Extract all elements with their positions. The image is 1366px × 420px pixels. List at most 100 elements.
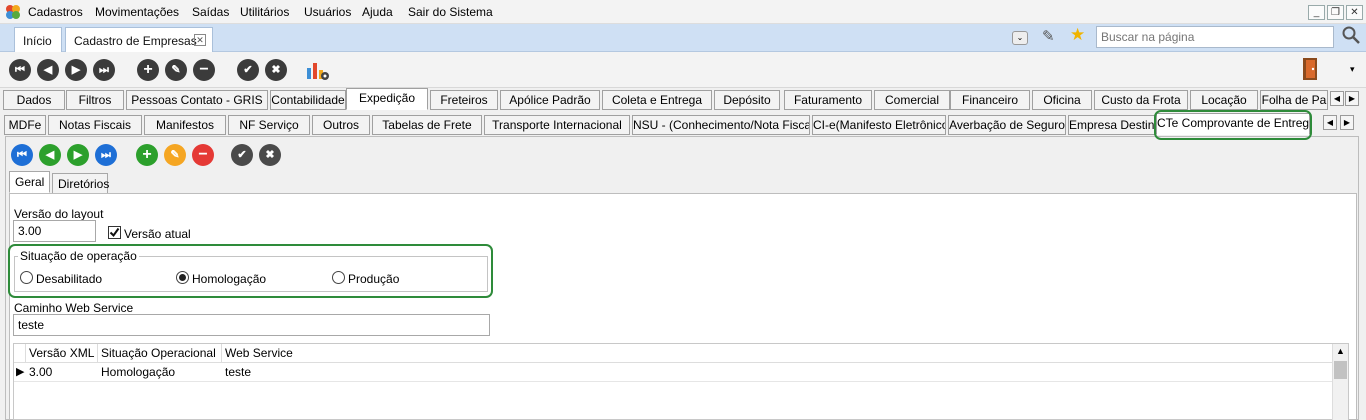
panel-first-button[interactable]: ⏮ bbox=[11, 144, 33, 166]
row1-tab-label: Faturamento bbox=[793, 93, 863, 107]
star-icon[interactable]: ★ bbox=[1070, 25, 1085, 45]
row1-tab-13[interactable]: Custo da Frota bbox=[1094, 90, 1188, 110]
menu-saidas[interactable]: Saídas bbox=[192, 5, 229, 19]
row2-tab-10[interactable]: Empresa Destino bbox=[1068, 115, 1156, 135]
scroll-up-icon[interactable]: ▲ bbox=[1336, 346, 1345, 356]
row1-tab-6[interactable]: Apólice Padrão bbox=[500, 90, 600, 110]
panel-delete-button[interactable]: − bbox=[192, 144, 214, 166]
row1-tab-12[interactable]: Oficina bbox=[1032, 90, 1092, 110]
menu-movimentacoes[interactable]: Movimentações bbox=[95, 5, 179, 19]
tab-inicio[interactable]: Início bbox=[14, 27, 62, 52]
add-button[interactable]: + bbox=[137, 59, 159, 81]
menu-utilitarios[interactable]: Utilitários bbox=[240, 5, 289, 19]
subtab-geral[interactable]: Geral bbox=[9, 171, 50, 193]
row1-tab-0[interactable]: Dados bbox=[3, 90, 65, 110]
row1-tab-8[interactable]: Depósito bbox=[714, 90, 780, 110]
row1-tab-1[interactable]: Filtros bbox=[66, 90, 124, 110]
cancel-button[interactable]: ✖ bbox=[265, 59, 287, 81]
grid-header-versao[interactable]: Versão XML bbox=[26, 344, 98, 362]
confirm-button[interactable]: ✔ bbox=[237, 59, 259, 81]
row1-tab-2[interactable]: Pessoas Contato - GRIS bbox=[126, 90, 268, 110]
row1-tab-15[interactable]: Folha de Pa bbox=[1260, 90, 1328, 110]
pin-icon[interactable]: ✎ bbox=[1042, 27, 1055, 45]
exit-door-icon[interactable] bbox=[1301, 57, 1319, 84]
row2-tab-1[interactable]: Notas Fiscais bbox=[48, 115, 142, 135]
menu-sair[interactable]: Sair do Sistema bbox=[408, 5, 493, 19]
delete-button[interactable]: − bbox=[193, 59, 215, 81]
close-window-button[interactable]: ✕ bbox=[1346, 5, 1363, 20]
edit-button[interactable]: ✎ bbox=[165, 59, 187, 81]
row1-tab-10[interactable]: Comercial bbox=[874, 90, 950, 110]
cell-webservice: teste bbox=[225, 365, 252, 379]
row1-tab-4[interactable]: Expedição bbox=[346, 88, 428, 110]
row1-tab-14[interactable]: Locação bbox=[1190, 90, 1258, 110]
minimize-button[interactable]: _ bbox=[1308, 5, 1325, 20]
row1-tab-11[interactable]: Financeiro bbox=[950, 90, 1030, 110]
first-record-button[interactable]: ⏮ bbox=[9, 59, 31, 81]
panel-next-button[interactable]: ▶ bbox=[67, 144, 89, 166]
row2-tab-9[interactable]: Averbação de Seguro bbox=[948, 115, 1066, 135]
panel-confirm-button[interactable]: ✔ bbox=[231, 144, 253, 166]
menu-bar: Cadastros Movimentações Saídas Utilitári… bbox=[0, 0, 1366, 24]
versao-atual-checkbox[interactable] bbox=[108, 226, 121, 239]
row2-tab-4[interactable]: Outros bbox=[312, 115, 370, 135]
collapse-icon[interactable]: ⌄ bbox=[1012, 31, 1028, 45]
grid-header-situacao[interactable]: Situação Operacional bbox=[98, 344, 222, 362]
radio-homologacao-label: Homologação bbox=[192, 272, 267, 286]
row2-tab-2[interactable]: Manifestos bbox=[144, 115, 226, 135]
radio-desabilitado[interactable] bbox=[20, 271, 33, 284]
radio-producao[interactable] bbox=[332, 271, 345, 284]
menu-cadastros[interactable]: Cadastros bbox=[28, 5, 83, 19]
row1-tab-3[interactable]: Contabilidade bbox=[270, 90, 346, 110]
search-icon[interactable] bbox=[1342, 26, 1360, 49]
row2-tab-8[interactable]: CI-e(Manifesto Eletrônico) bbox=[812, 115, 946, 135]
restore-button[interactable]: ❐ bbox=[1327, 5, 1344, 20]
grid-header-webservice[interactable]: Web Service bbox=[222, 344, 332, 362]
close-tab-icon[interactable]: ✕ bbox=[194, 34, 206, 46]
row1-tab-label: Coleta e Entrega bbox=[611, 93, 703, 107]
row2-scroll-left-button[interactable]: ◀ bbox=[1323, 115, 1337, 130]
radio-homologacao[interactable] bbox=[176, 271, 189, 284]
panel-add-button[interactable]: + bbox=[136, 144, 158, 166]
row2-tab-3[interactable]: NF Serviço bbox=[228, 115, 310, 135]
current-row-indicator-icon: ▶ bbox=[16, 366, 25, 378]
row1-tab-label: Folha de Pa bbox=[1261, 93, 1327, 107]
app-logo-icon bbox=[5, 4, 21, 20]
tab-cadastro-label: Cadastro de Empresas bbox=[74, 34, 197, 48]
table-row[interactable]: ▶ bbox=[14, 363, 1332, 382]
row1-tab-7[interactable]: Coleta e Entrega bbox=[602, 90, 712, 110]
grid-vertical-scrollbar[interactable]: ▲ bbox=[1332, 344, 1348, 420]
subtab-diretorios[interactable]: Diretórios bbox=[52, 173, 109, 194]
row1-tab-label: Financeiro bbox=[961, 93, 1019, 107]
report-chart-icon[interactable] bbox=[306, 59, 330, 84]
tab-inicio-label: Início bbox=[23, 34, 52, 48]
search-input[interactable] bbox=[1096, 26, 1334, 48]
next-record-button[interactable]: ▶ bbox=[65, 59, 87, 81]
menu-usuarios[interactable]: Usuários bbox=[304, 5, 351, 19]
panel-cancel-button[interactable]: ✖ bbox=[259, 144, 281, 166]
row2-scroll-right-button[interactable]: ▶ bbox=[1340, 115, 1354, 130]
row2-tab-7[interactable]: NSU - (Conhecimento/Nota Fiscal) bbox=[632, 115, 810, 135]
row1-scroll-right-button[interactable]: ▶ bbox=[1345, 91, 1359, 106]
layout-version-input[interactable] bbox=[13, 220, 96, 242]
panel-edit-button[interactable]: ✎ bbox=[164, 144, 186, 166]
panel-previous-button[interactable]: ◀ bbox=[39, 144, 61, 166]
previous-record-button[interactable]: ◀ bbox=[37, 59, 59, 81]
row1-tab-9[interactable]: Faturamento bbox=[784, 90, 872, 110]
row1-scroll-left-button[interactable]: ◀ bbox=[1330, 91, 1344, 106]
tab-cadastro-empresas[interactable]: Cadastro de Empresas ✕ bbox=[65, 27, 213, 52]
panel-last-button[interactable]: ⏭ bbox=[95, 144, 117, 166]
row1-tab-5[interactable]: Freteiros bbox=[430, 90, 498, 110]
row2-tab-0[interactable]: MDFe bbox=[4, 115, 46, 135]
caminho-ws-input[interactable] bbox=[13, 314, 490, 336]
row2-tab-label: Outros bbox=[322, 118, 359, 132]
toolbar-options-icon[interactable]: ▾ bbox=[1350, 64, 1355, 75]
row2-tab-6[interactable]: Transporte Internacional bbox=[484, 115, 630, 135]
radio-producao-label: Produção bbox=[348, 272, 400, 286]
scroll-thumb[interactable] bbox=[1334, 361, 1347, 379]
menu-ajuda[interactable]: Ajuda bbox=[362, 5, 393, 19]
radio-desabilitado-label: Desabilitado bbox=[36, 272, 103, 286]
row2-tab-label: Tabelas de Frete bbox=[382, 118, 472, 132]
row2-tab-5[interactable]: Tabelas de Frete bbox=[372, 115, 482, 135]
last-record-button[interactable]: ⏭ bbox=[93, 59, 115, 81]
